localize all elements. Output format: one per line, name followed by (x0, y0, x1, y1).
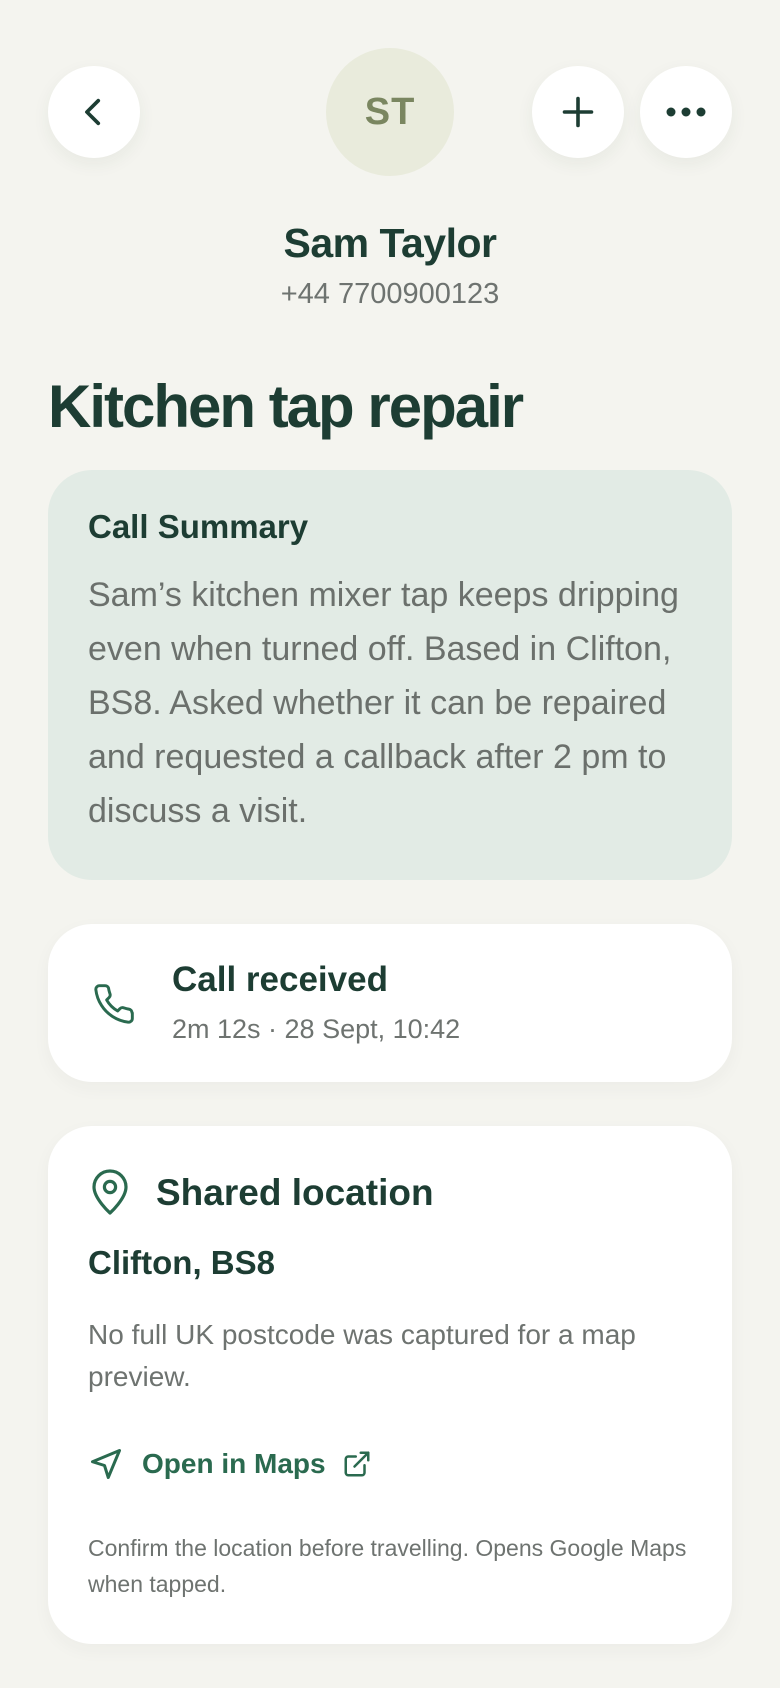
shared-location-card: Shared location Clifton, BS8 No full UK … (48, 1126, 732, 1644)
call-summary-heading: Call Summary (88, 508, 309, 545)
plus-icon (562, 96, 594, 128)
navigation-arrow-icon (91, 1449, 121, 1479)
chevron-left-icon (85, 98, 101, 126)
open-in-maps-label: Open in Maps (142, 1448, 326, 1479)
phone-icon (94, 984, 134, 1024)
job-detail-screen: ST Sam Taylor +44 7700900123 Kitchen tap… (0, 0, 780, 1688)
map-pin-icon (92, 1169, 128, 1215)
external-link-icon (344, 1451, 370, 1477)
call-summary-card: Call Summary Sam’s kitchen mixer tap kee… (48, 470, 732, 880)
avatar: ST (326, 48, 454, 176)
call-meta: 2m 12s · 28 Sept, 10:42 (172, 1014, 461, 1044)
more-options-button[interactable] (640, 66, 732, 158)
page-title: Kitchen tap repair (48, 373, 524, 440)
add-button[interactable] (532, 66, 624, 158)
call-title: Call received (172, 960, 388, 999)
location-area: Clifton, BS8 (88, 1244, 275, 1281)
contact-name: Sam Taylor (283, 220, 498, 266)
contact-phone: +44 7700900123 (280, 278, 500, 310)
back-button[interactable] (48, 66, 140, 158)
location-note: No full UK postcode was captured for a m… (88, 1319, 636, 1392)
location-footnote: Confirm the location before travelling. … (88, 1535, 687, 1597)
more-horizontal-icon (666, 107, 706, 117)
call-received-card[interactable]: Call received 2m 12s · 28 Sept, 10:42 (48, 924, 732, 1082)
open-in-maps-link[interactable]: Open in Maps (88, 1444, 372, 1484)
avatar-initials: ST (364, 90, 416, 133)
shared-location-heading: Shared location (156, 1172, 434, 1213)
call-summary-text: Sam’s kitchen mixer tap keeps dripping e… (88, 576, 679, 830)
